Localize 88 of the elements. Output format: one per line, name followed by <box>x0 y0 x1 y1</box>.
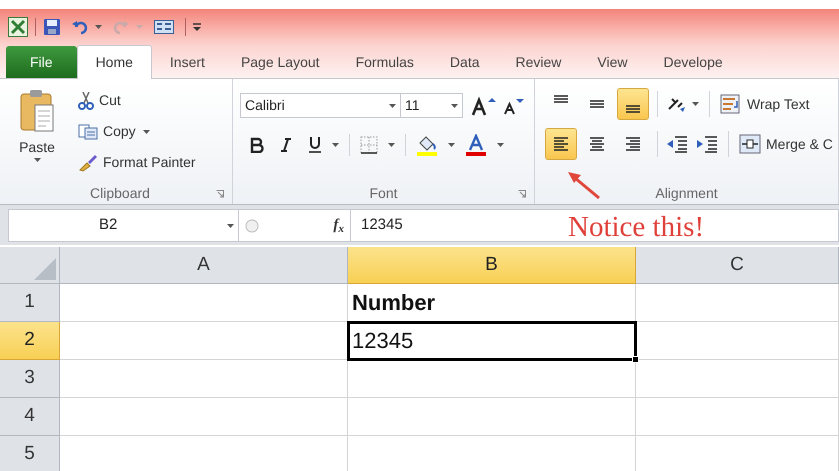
scissors-icon <box>78 92 94 110</box>
fill-color-icon[interactable] <box>416 134 438 156</box>
underline-icon[interactable] <box>308 136 322 154</box>
shrink-font-icon[interactable] <box>503 96 525 114</box>
clipboard-icon <box>19 89 55 133</box>
align-left-icon <box>554 137 568 151</box>
ribbon-tab[interactable]: View <box>579 46 646 78</box>
table-cell[interactable] <box>636 322 839 360</box>
form-icon[interactable] <box>154 20 174 34</box>
caret-icon[interactable] <box>451 104 458 108</box>
fill-handle[interactable] <box>632 356 639 363</box>
ribbon-tab[interactable]: Formulas <box>338 46 432 78</box>
paintbrush-icon <box>78 154 98 172</box>
table-cell[interactable] <box>636 360 839 398</box>
font-color-icon[interactable] <box>465 134 487 156</box>
caret-icon[interactable] <box>497 143 504 147</box>
column-header[interactable]: A <box>60 247 348 284</box>
annotation-arrow <box>566 170 602 200</box>
caret-icon[interactable] <box>332 143 339 147</box>
grow-font-icon[interactable] <box>471 96 497 116</box>
row-header[interactable]: 5 <box>0 436 60 471</box>
align-left-button[interactable] <box>545 128 577 160</box>
decrease-indent-icon[interactable] <box>666 134 688 154</box>
group-label: Alignment <box>655 184 718 203</box>
insert-function-button[interactable]: f$_{x}$ <box>333 214 344 237</box>
table-cell[interactable] <box>348 398 636 436</box>
caret-icon[interactable] <box>389 104 396 108</box>
row-header[interactable]: 4 <box>0 398 60 436</box>
dialog-launcher-icon[interactable] <box>518 190 526 198</box>
caret-icon[interactable] <box>448 143 455 147</box>
font-name-field[interactable]: Calibri <box>240 93 401 118</box>
caret-icon[interactable] <box>388 143 395 147</box>
ribbon-tab[interactable]: Home <box>76 45 152 79</box>
undo-icon[interactable] <box>72 19 88 35</box>
group-label: Clipboard <box>90 184 150 203</box>
spreadsheet-app-icon[interactable] <box>8 17 28 37</box>
align-bottom-button[interactable] <box>617 88 649 120</box>
caret-icon[interactable] <box>34 158 40 162</box>
group-label: Font <box>369 184 398 202</box>
align-bottom-icon <box>626 105 640 113</box>
row-header[interactable]: 3 <box>0 360 60 398</box>
caret-icon[interactable] <box>692 102 699 106</box>
align-right-icon <box>626 137 640 151</box>
table-cell[interactable] <box>348 360 636 398</box>
align-middle-icon <box>590 100 604 108</box>
merge-button[interactable]: Merge & C <box>739 130 833 158</box>
save-icon[interactable] <box>43 18 61 36</box>
format-painter-button[interactable]: Format Painter <box>78 149 196 176</box>
row-header[interactable]: 1 <box>0 284 60 322</box>
table-cell[interactable] <box>60 360 348 398</box>
dialog-launcher-icon[interactable] <box>216 190 224 198</box>
caret-icon[interactable] <box>227 224 234 228</box>
ribbon-tab[interactable]: Page Layout <box>222 46 338 78</box>
table-cell[interactable] <box>60 284 348 322</box>
ribbon-tab[interactable]: File <box>6 46 77 78</box>
merge-cells-icon <box>739 134 761 154</box>
paste-button[interactable]: Paste <box>8 87 66 182</box>
table-cell[interactable]: 12345 <box>348 322 636 360</box>
wrap-text-icon <box>720 94 742 114</box>
row-header[interactable]: 2 <box>0 322 60 360</box>
resize-handle-icon[interactable] <box>245 218 259 232</box>
ribbon-tab[interactable]: Insert <box>152 46 223 78</box>
table-cell[interactable] <box>636 398 839 436</box>
increase-indent-icon[interactable] <box>696 134 718 154</box>
align-center-icon <box>590 137 604 151</box>
column-header[interactable]: B <box>348 247 636 284</box>
ribbon-tab[interactable]: Data <box>432 46 498 78</box>
ribbon-tab[interactable]: Review <box>498 46 580 78</box>
customize-toolbar-icon[interactable] <box>193 23 201 31</box>
copy-button[interactable]: Copy <box>78 118 196 145</box>
table-cell[interactable] <box>636 284 839 322</box>
caret-icon[interactable] <box>142 130 150 134</box>
copy-icon <box>78 124 98 140</box>
caret-icon[interactable] <box>95 25 102 29</box>
ribbon-tab[interactable]: Develope <box>646 46 741 78</box>
name-box[interactable]: B2 <box>9 210 239 241</box>
wrap-text-button[interactable]: Wrap Text <box>720 90 810 118</box>
column-header[interactable]: C <box>636 247 839 284</box>
table-cell[interactable] <box>60 398 348 436</box>
font-size-field[interactable]: 11 <box>401 93 463 118</box>
italic-icon[interactable] <box>280 137 292 153</box>
align-top-icon <box>554 95 568 103</box>
bold-icon[interactable] <box>250 137 264 153</box>
cut-button[interactable]: Cut <box>78 87 196 114</box>
table-cell[interactable]: Number <box>348 284 636 322</box>
formula-field[interactable]: 12345 <box>361 214 403 237</box>
annotation-text: Notice this! <box>568 210 704 245</box>
border-icon[interactable] <box>360 136 378 154</box>
